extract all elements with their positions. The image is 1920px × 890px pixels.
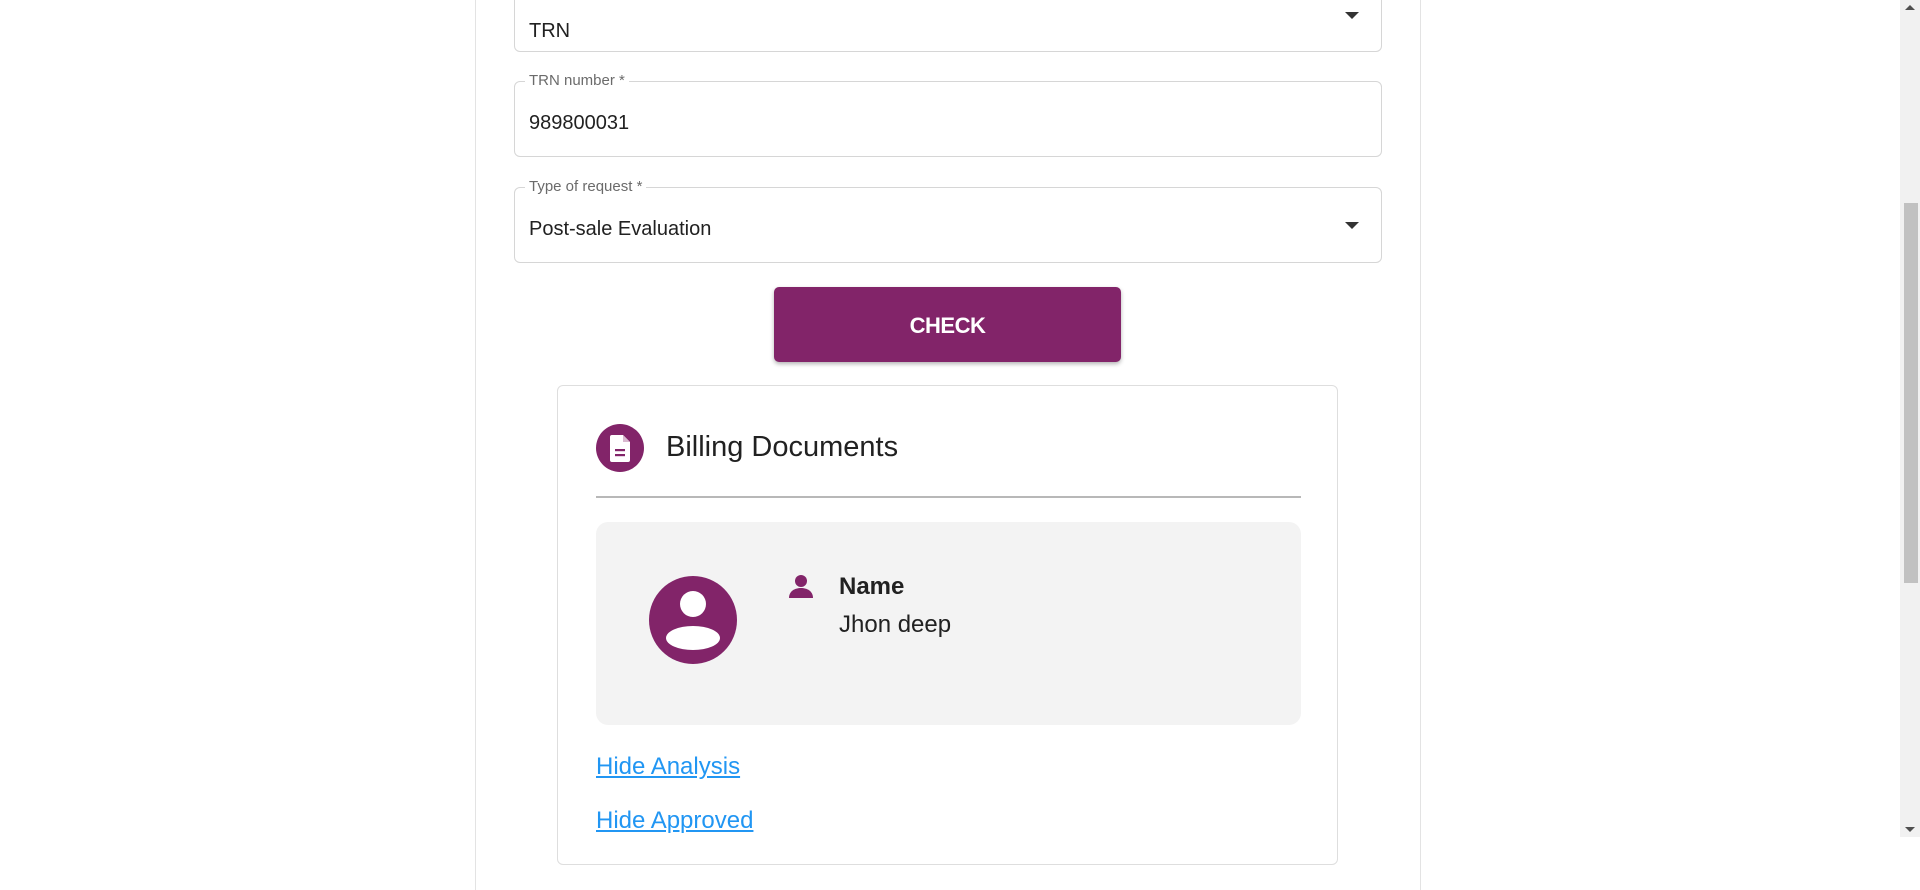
document-icon [596,424,644,472]
scroll-down-icon[interactable] [1905,827,1915,832]
scroll-up-icon[interactable] [1905,5,1915,10]
hide-analysis-link[interactable]: Hide Analysis [596,752,740,782]
id-type-select[interactable]: TRN [514,0,1382,52]
account-circle-icon [649,576,737,664]
name-label: Name [839,573,905,600]
chevron-down-icon[interactable] [1345,222,1359,229]
card-divider [596,496,1301,498]
trn-number-field[interactable]: TRN number * 989800031 [514,72,1382,157]
person-info-panel: Name Jhon deep [596,522,1301,725]
page-scrollbar[interactable] [1900,0,1920,837]
request-type-label: Type of request * [525,178,647,196]
id-type-value: TRN [529,20,571,42]
name-value: Jhon deep [839,611,952,638]
request-type-value: Post-sale Evaluation [529,218,712,240]
card-title: Billing Documents [666,431,899,463]
chevron-down-icon[interactable] [1345,12,1359,19]
billing-documents-card: Billing Documents Name Jhon deep Hide An… [557,385,1338,865]
request-type-select[interactable]: Type of request * Post-sale Evaluation [514,178,1382,263]
hide-approved-link[interactable]: Hide Approved [596,806,753,836]
trn-number-label: TRN number * [525,72,629,90]
check-button[interactable]: CHECK [774,287,1121,362]
person-icon [786,572,816,602]
scrollbar-thumb[interactable] [1904,203,1918,583]
trn-number-value[interactable]: 989800031 [529,111,629,135]
